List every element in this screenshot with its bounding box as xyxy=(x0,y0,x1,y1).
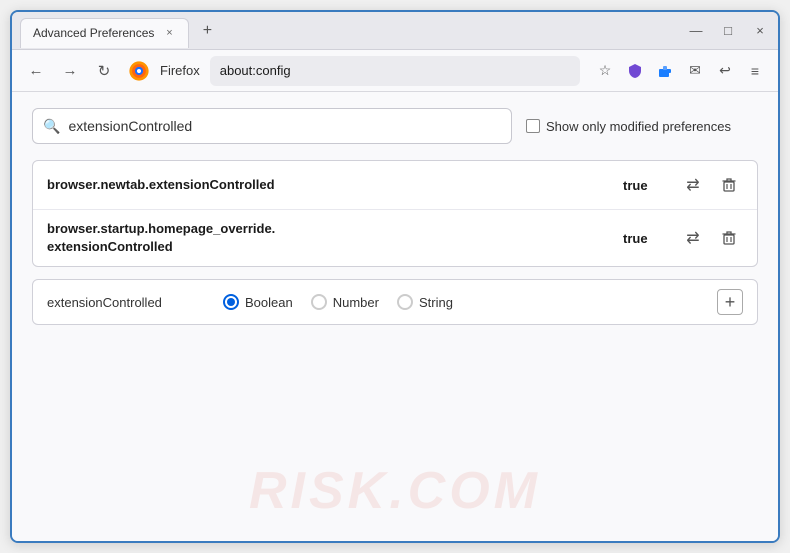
number-radio[interactable] xyxy=(311,294,327,310)
show-modified-option[interactable]: Show only modified preferences xyxy=(526,119,731,134)
search-box[interactable]: 🔍 xyxy=(32,108,512,144)
reload-button[interactable]: ↻ xyxy=(90,57,118,85)
tab-close-button[interactable]: × xyxy=(162,26,176,40)
url-text: about:config xyxy=(220,63,291,78)
nav-icons: ☆ ✉ ↩ ≡ xyxy=(592,58,768,84)
table-row: browser.startup.homepage_override. exten… xyxy=(33,210,757,266)
browser-window: Advanced Preferences × + — □ × ← → ↻ Fir… xyxy=(10,10,780,543)
pref-name-2: browser.startup.homepage_override. exten… xyxy=(47,220,623,256)
pref-name-2-line1: browser.startup.homepage_override. xyxy=(47,220,623,238)
maximize-button[interactable]: □ xyxy=(718,21,738,41)
row-2-actions: ⇄ xyxy=(679,224,743,252)
delete-button-1[interactable] xyxy=(715,171,743,199)
boolean-radio[interactable] xyxy=(223,294,239,310)
nav-bar: ← → ↻ Firefox about:config ☆ xyxy=(12,50,778,92)
content-area: RISK.COM 🔍 Show only modified preference… xyxy=(12,92,778,541)
title-bar: Advanced Preferences × + — □ × xyxy=(12,12,778,50)
extension-icon[interactable] xyxy=(652,58,678,84)
new-tab-button[interactable]: + xyxy=(195,19,219,43)
show-modified-label: Show only modified preferences xyxy=(546,119,731,134)
browser-tab[interactable]: Advanced Preferences × xyxy=(20,18,189,48)
swap-button-1[interactable]: ⇄ xyxy=(679,171,707,199)
pref-value-2: true xyxy=(623,231,663,246)
mail-icon[interactable]: ✉ xyxy=(682,58,708,84)
swap-button-2[interactable]: ⇄ xyxy=(679,224,707,252)
number-label: Number xyxy=(333,295,379,310)
minimize-button[interactable]: — xyxy=(686,21,706,41)
show-modified-checkbox[interactable] xyxy=(526,119,540,133)
new-pref-name: extensionControlled xyxy=(47,295,207,310)
string-label: String xyxy=(419,295,453,310)
pref-value-1: true xyxy=(623,178,663,193)
account-icon[interactable]: ↩ xyxy=(712,58,738,84)
shield-icon[interactable] xyxy=(622,58,648,84)
pref-name-2-line2: extensionControlled xyxy=(47,238,623,256)
watermark: RISK.COM xyxy=(249,461,541,521)
boolean-label: Boolean xyxy=(245,295,293,310)
forward-button[interactable]: → xyxy=(56,57,84,85)
delete-button-2[interactable] xyxy=(715,224,743,252)
close-button[interactable]: × xyxy=(750,21,770,41)
add-preference-row: extensionControlled Boolean Number Strin… xyxy=(32,279,758,325)
menu-icon[interactable]: ≡ xyxy=(742,58,768,84)
row-1-actions: ⇄ xyxy=(679,171,743,199)
firefox-label: Firefox xyxy=(160,63,200,78)
number-option[interactable]: Number xyxy=(311,294,379,310)
results-table: browser.newtab.extensionControlled true … xyxy=(32,160,758,267)
search-icon: 🔍 xyxy=(43,118,60,135)
back-button[interactable]: ← xyxy=(22,57,50,85)
pref-name-1: browser.newtab.extensionControlled xyxy=(47,176,623,194)
bookmark-icon[interactable]: ☆ xyxy=(592,58,618,84)
string-radio[interactable] xyxy=(397,294,413,310)
search-input[interactable] xyxy=(68,118,501,134)
firefox-logo xyxy=(128,60,150,82)
tab-title: Advanced Preferences xyxy=(33,26,154,40)
boolean-option[interactable]: Boolean xyxy=(223,294,293,310)
type-radio-group: Boolean Number String xyxy=(223,294,701,310)
add-preference-button[interactable]: + xyxy=(717,289,743,315)
window-controls: — □ × xyxy=(686,21,770,41)
table-row: browser.newtab.extensionControlled true … xyxy=(33,161,757,210)
search-row: 🔍 Show only modified preferences xyxy=(32,108,758,144)
string-option[interactable]: String xyxy=(397,294,453,310)
url-bar[interactable]: about:config xyxy=(210,56,580,86)
